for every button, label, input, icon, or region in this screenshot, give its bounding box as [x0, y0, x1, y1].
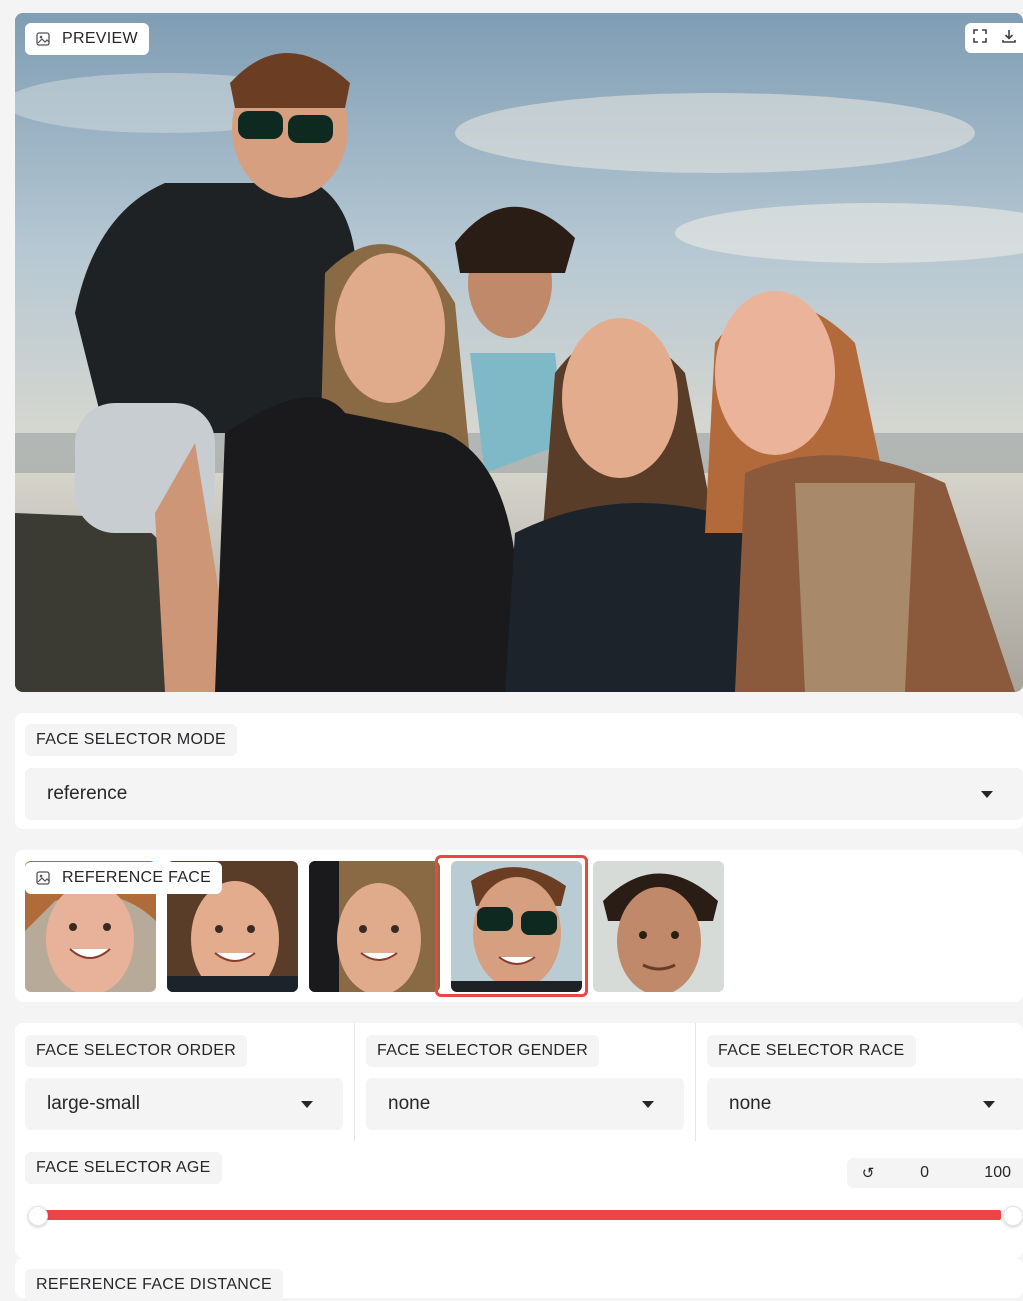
reference-face-label-text: REFERENCE FACE	[62, 869, 212, 886]
preview-toolbar	[965, 23, 1023, 53]
reference-face-label: REFERENCE FACE	[25, 862, 223, 894]
reset-icon[interactable]: ↺	[853, 1164, 883, 1182]
reference-face-thumbnail[interactable]	[593, 861, 724, 992]
chevron-down-icon	[983, 1101, 995, 1108]
reference-face-thumbnail[interactable]	[309, 861, 440, 992]
face-selector-order-value: large-small	[47, 1093, 140, 1114]
face-selector-order-dropdown[interactable]: large-small	[25, 1078, 343, 1130]
download-icon[interactable]	[1001, 28, 1017, 49]
chevron-down-icon	[301, 1101, 313, 1108]
selected-thumbnail-highlight	[435, 855, 588, 997]
preview-panel: PREVIEW	[15, 13, 1023, 692]
reference-face-panel: REFERENCE FACE	[15, 850, 1023, 1002]
preview-image	[15, 13, 1023, 692]
face-selector-mode-dropdown[interactable]: reference	[25, 768, 1023, 820]
age-max-value[interactable]: 100	[929, 1164, 1011, 1182]
face-selector-mode-label: FACE SELECTOR MODE	[25, 724, 238, 756]
column-divider	[354, 1023, 355, 1141]
preview-label: PREVIEW	[25, 23, 149, 55]
face-selector-race-dropdown[interactable]: none	[707, 1078, 1023, 1130]
face-selector-options-panel: FACE SELECTOR ORDER large-small FACE SEL…	[15, 1023, 1023, 1258]
face-selector-gender-dropdown[interactable]: none	[366, 1078, 684, 1130]
face-selector-race-label: FACE SELECTOR RACE	[707, 1035, 916, 1067]
age-range-values: ↺ 0 100	[847, 1158, 1023, 1188]
image-icon	[36, 871, 50, 885]
column-divider	[695, 1023, 696, 1141]
chevron-down-icon	[981, 791, 993, 798]
image-icon	[36, 32, 50, 46]
reference-face-distance-panel: REFERENCE FACE DISTANCE	[15, 1258, 1023, 1301]
face-selector-gender-label: FACE SELECTOR GENDER	[366, 1035, 600, 1067]
age-max-handle[interactable]	[1003, 1206, 1023, 1226]
reference-face-distance-label: REFERENCE FACE DISTANCE	[25, 1269, 283, 1301]
age-min-handle[interactable]	[28, 1206, 48, 1226]
preview-label-text: PREVIEW	[62, 30, 138, 47]
face-selector-gender-value: none	[388, 1093, 431, 1114]
fullscreen-icon[interactable]	[972, 28, 988, 49]
face-selector-race-value: none	[729, 1093, 772, 1114]
age-range-track[interactable]	[37, 1210, 1001, 1220]
age-min-value[interactable]: 0	[883, 1164, 929, 1182]
face-selector-mode-value: reference	[47, 783, 128, 804]
face-selector-age-label: FACE SELECTOR AGE	[25, 1152, 222, 1184]
face-selector-order-label: FACE SELECTOR ORDER	[25, 1035, 248, 1067]
chevron-down-icon	[642, 1101, 654, 1108]
face-selector-mode-panel: FACE SELECTOR MODE reference	[15, 713, 1023, 829]
